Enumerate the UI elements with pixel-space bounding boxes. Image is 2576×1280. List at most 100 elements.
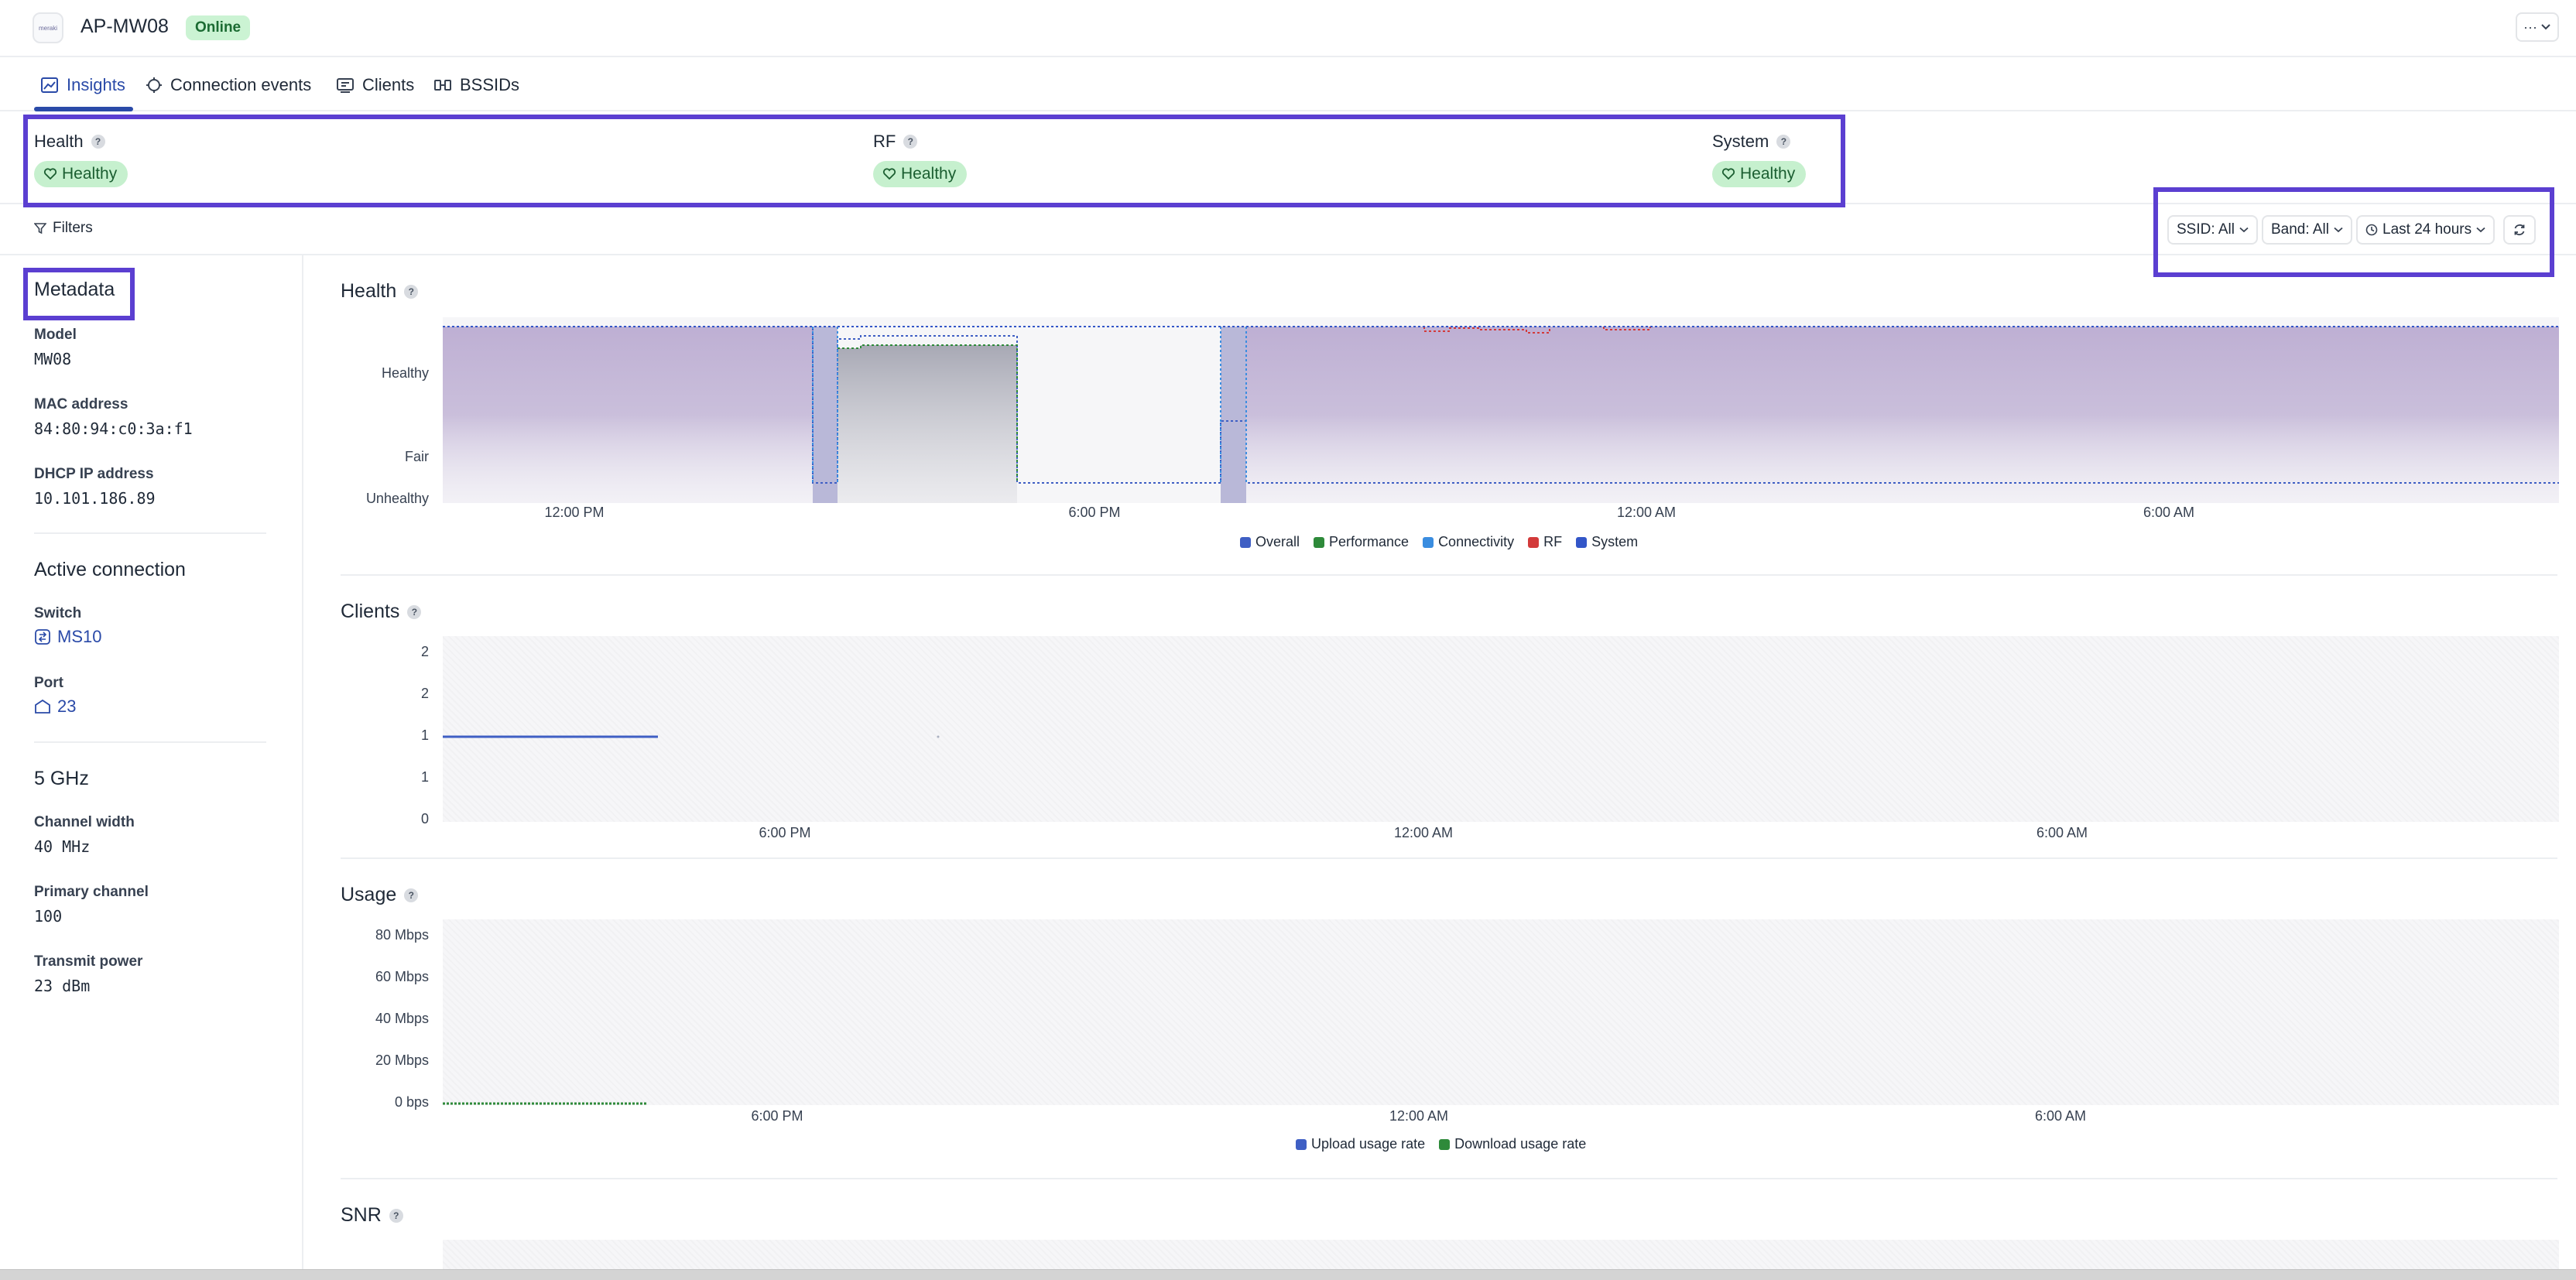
y-tick-label: Fair (405, 449, 429, 464)
ip-value: 10.101.186.89 (34, 489, 156, 508)
y-tick-label: 2 (420, 644, 429, 659)
help-icon[interactable]: ? (389, 1208, 403, 1223)
system-status: System? Healthy (1712, 132, 1807, 187)
help-icon[interactable]: ? (91, 135, 105, 149)
x-tick-label: 12:00 PM (544, 505, 605, 520)
insights-charts: Health? Healthy Fair Unhealthy 12:00 PM … (305, 255, 2576, 1269)
divider (341, 574, 2557, 576)
help-icon[interactable]: ? (404, 888, 419, 902)
band-select[interactable]: Band: All (2262, 215, 2352, 245)
rf-status-badge: Healthy (873, 161, 968, 187)
model-value: MW08 (34, 350, 72, 368)
channel-width-label: Channel width (34, 814, 135, 830)
port-link[interactable]: 23 (34, 696, 76, 717)
filters-button[interactable]: Filters (34, 220, 93, 237)
performance-area (838, 345, 1017, 503)
y-tick-label: 60 Mbps (375, 969, 429, 984)
tab-connection-events[interactable]: Connection events (146, 59, 311, 111)
model-label: Model (34, 327, 77, 343)
time-range-select[interactable]: Last 24 hours (2356, 215, 2496, 245)
clock-icon (2365, 224, 2378, 236)
legend-item-download[interactable]: Download usage rate (1439, 1136, 1586, 1152)
y-tick-label: Unhealthy (365, 491, 429, 506)
heart-icon (882, 168, 896, 180)
x-tick-label: 12:00 AM (1616, 505, 1677, 520)
metadata-sidebar: Metadata Model MW08 MAC address 84:80:94… (0, 255, 303, 1269)
x-tick-label: 6:00 AM (2034, 1108, 2087, 1124)
channel-width-value: 40 MHz (34, 837, 91, 856)
legend-item-system[interactable]: System (1576, 534, 1638, 550)
switch-icon (35, 629, 50, 645)
tab-insights[interactable]: Insights (40, 59, 125, 111)
x-tick-label: 12:00 AM (1393, 825, 1454, 840)
legend-item-performance[interactable]: Performance (1314, 534, 1409, 550)
y-tick-label: Healthy (381, 365, 429, 381)
switch-label: Switch (34, 605, 82, 621)
y-tick-label: 40 Mbps (375, 1011, 429, 1026)
usage-series (443, 1102, 647, 1105)
legend-item-upload[interactable]: Upload usage rate (1296, 1136, 1425, 1152)
help-icon[interactable]: ? (903, 135, 918, 149)
x-tick-label: 6:00 AM (2036, 825, 2088, 840)
overall-area (443, 327, 813, 503)
divider (341, 857, 2557, 859)
filter-icon (34, 223, 46, 234)
heart-icon (1721, 168, 1735, 180)
help-icon[interactable]: ? (1776, 135, 1791, 149)
transmit-power-value: 23 dBm (34, 977, 91, 995)
health-chart[interactable] (443, 317, 2559, 503)
active-connection-heading: Active connection (34, 559, 186, 580)
x-tick-label: 12:00 AM (1389, 1108, 1449, 1124)
rf-status-title: RF (873, 132, 896, 151)
device-logo: meraki (33, 12, 63, 43)
clients-chart-title: Clients? (341, 601, 422, 623)
legend-item-overall[interactable]: Overall (1240, 534, 1300, 550)
usage-chart[interactable] (443, 919, 2559, 1105)
chevron-down-icon (2334, 227, 2343, 233)
snr-chart[interactable] (443, 1240, 2559, 1269)
tab-bssids[interactable]: BSSIDs (433, 59, 519, 111)
x-tick-label: 6:00 AM (2143, 505, 2195, 520)
port-label: Port (34, 675, 63, 691)
help-icon[interactable]: ? (404, 284, 419, 299)
legend-item-connectivity[interactable]: Connectivity (1423, 534, 1514, 550)
tab-clients[interactable]: Clients (336, 59, 414, 111)
horizontal-scrollbar[interactable] (0, 1269, 2576, 1280)
y-tick-label: 0 bps (394, 1094, 429, 1110)
mac-value: 84:80:94:c0:3a:f1 (34, 419, 193, 438)
x-tick-label: 6:00 PM (751, 1108, 803, 1124)
connectivity-area (1221, 327, 1246, 503)
y-tick-label: 1 (420, 727, 429, 743)
usage-legend: Upload usage rate Download usage rate (1296, 1136, 1586, 1152)
refresh-icon (2514, 224, 2525, 236)
active-tab-indicator (34, 107, 133, 111)
switch-link[interactable]: MS10 (34, 627, 101, 647)
heart-icon (43, 168, 57, 180)
ip-label: DHCP IP address (34, 466, 154, 482)
help-icon[interactable]: ? (407, 604, 422, 619)
y-tick-label: 0 (420, 811, 429, 827)
refresh-button[interactable] (2503, 215, 2536, 245)
chevron-down-icon (2541, 24, 2550, 30)
ssid-select[interactable]: SSID: All (2167, 215, 2258, 245)
legend-item-rf[interactable]: RF (1528, 534, 1562, 550)
bssid-icon (434, 80, 451, 91)
status-summary: Health? Healthy RF? Healthy System? Heal… (0, 113, 2576, 204)
mac-label: MAC address (34, 396, 128, 412)
y-tick-label: 1 (420, 769, 429, 785)
metadata-heading: Metadata (34, 279, 115, 300)
system-status-title: System (1712, 132, 1769, 151)
y-tick-label: 2 (420, 686, 429, 701)
snr-chart-title: SNR? (341, 1204, 403, 1227)
tab-bar: Insights Connection events Clients BSSID… (0, 59, 2576, 111)
overall-area (1246, 327, 2559, 503)
transmit-power-label: Transmit power (34, 953, 143, 970)
device-header: meraki AP-MW08 Online ··· (0, 0, 2576, 57)
y-tick-label: 20 Mbps (375, 1052, 429, 1068)
rf-status: RF? Healthy (873, 132, 968, 187)
x-tick-label: 6:00 PM (1068, 505, 1121, 520)
more-actions-button[interactable]: ··· (2516, 12, 2559, 42)
divider (341, 1178, 2557, 1179)
clients-chart[interactable] (443, 636, 2559, 822)
health-status-badge: Healthy (34, 161, 128, 187)
